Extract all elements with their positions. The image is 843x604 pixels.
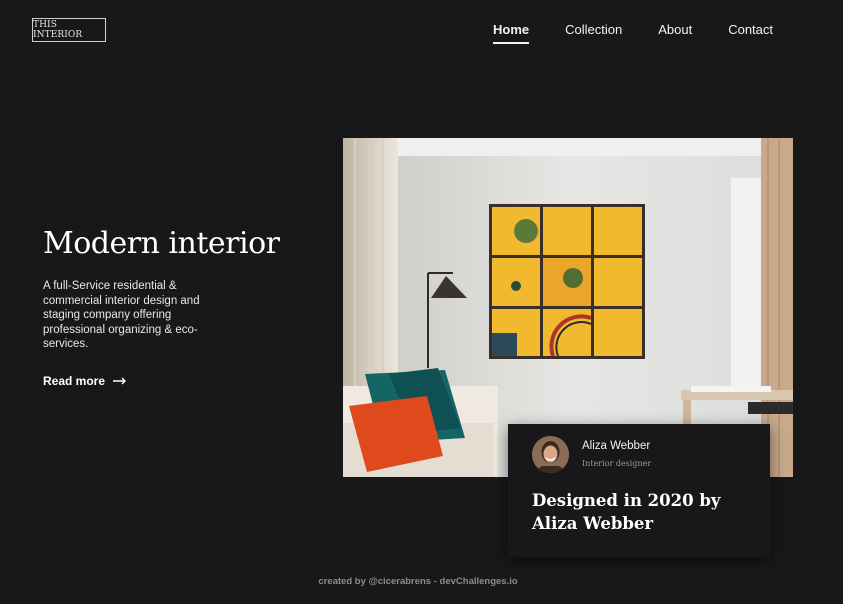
- author-name: Aliza Webber: [582, 440, 651, 452]
- card-title: Designed in 2020 by Aliza Webber: [532, 491, 721, 533]
- author-role: Interior designer: [582, 459, 652, 468]
- read-more-label: Read more: [43, 374, 106, 388]
- nav-link-home[interactable]: Home: [493, 22, 530, 44]
- read-more-link[interactable]: Read more: [43, 374, 127, 388]
- footer-credit: created by @cicerabrens - devChallenges.…: [318, 576, 518, 587]
- hero-description: A full-Service residential & commercial …: [43, 280, 200, 350]
- nav-link-collection[interactable]: Collection: [565, 22, 622, 44]
- avatar: [532, 436, 569, 473]
- designer-card: Aliza Webber Interior designer Designed …: [508, 424, 770, 557]
- main-nav: Home Collection About Contact: [493, 22, 809, 44]
- nav-link-about[interactable]: About: [658, 22, 692, 44]
- logo[interactable]: THIS INTERIOR: [32, 18, 106, 42]
- nav-link-contact[interactable]: Contact: [728, 22, 773, 44]
- arrow-right-icon: [113, 377, 127, 385]
- hero-title: Modern interior: [43, 226, 280, 261]
